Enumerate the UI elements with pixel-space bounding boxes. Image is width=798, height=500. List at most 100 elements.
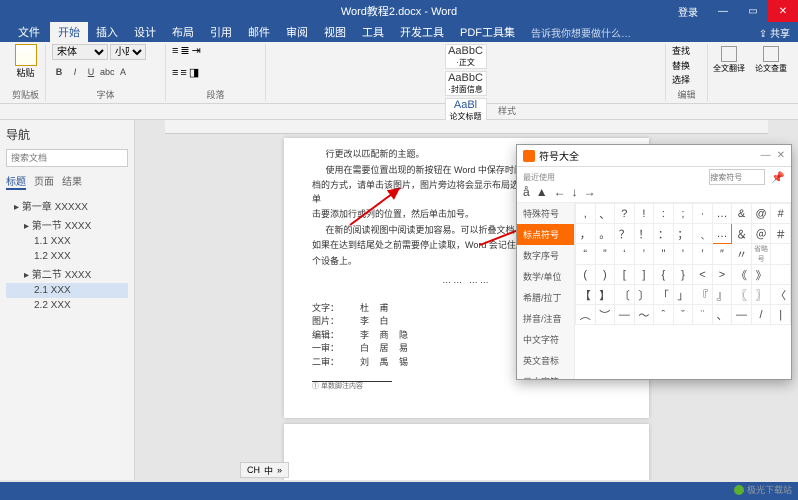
- nav-tree-item[interactable]: 1.1 XXX: [6, 234, 128, 249]
- select-button[interactable]: 选择: [672, 73, 701, 86]
- nav-tab-results[interactable]: 结果: [62, 173, 82, 190]
- symbol-cell[interactable]: ]: [634, 265, 654, 285]
- symbol-cell[interactable]: 〖: [732, 285, 752, 305]
- symbol-cell[interactable]: 】: [595, 285, 615, 305]
- symbol-category[interactable]: 拼音/注音: [517, 308, 574, 329]
- symbol-cell[interactable]: ;: [673, 204, 693, 224]
- tab-references[interactable]: 引用: [202, 22, 240, 42]
- symbol-cell[interactable]: {: [654, 265, 674, 285]
- symbol-cell[interactable]: ’: [634, 244, 654, 265]
- highlight-button[interactable]: A: [116, 67, 130, 81]
- tab-insert[interactable]: 插入: [88, 22, 126, 42]
- symbol-cell[interactable]: ): [595, 265, 615, 285]
- find-button[interactable]: 查找: [672, 44, 701, 57]
- restore-button[interactable]: ▭: [738, 0, 768, 22]
- italic-button[interactable]: I: [68, 67, 82, 81]
- tab-developer[interactable]: 开发工具: [392, 22, 452, 42]
- symbol-cell[interactable]: …: [712, 204, 732, 224]
- symbol-category[interactable]: 标点符号: [517, 224, 574, 245]
- symbol-cell[interactable]: ·: [693, 204, 713, 224]
- symbol-cell[interactable]: “: [576, 244, 596, 265]
- symbol-cell[interactable]: |: [771, 305, 791, 325]
- style-gallery-item[interactable]: AaBbC·封面信息: [445, 71, 487, 96]
- symbol-cell[interactable]: ˇ: [673, 305, 693, 325]
- symbol-cell[interactable]: #: [771, 204, 791, 224]
- bullets-button[interactable]: ≡: [172, 45, 178, 57]
- pin-icon[interactable]: 📌: [771, 171, 785, 184]
- panel-minimize-button[interactable]: —: [761, 150, 771, 161]
- nav-tree-item[interactable]: ▸ 第一章 XXXXX: [6, 196, 128, 215]
- symbol-cell[interactable]: 〕: [634, 285, 654, 305]
- symbol-cell[interactable]: ′: [693, 244, 713, 265]
- symbol-cell[interactable]: }: [673, 265, 693, 285]
- symbol-cell[interactable]: 『: [693, 285, 713, 305]
- symbol-cell[interactable]: (: [576, 265, 596, 285]
- symbol-cell[interactable]: [: [615, 265, 635, 285]
- ime-chevron-icon[interactable]: »: [277, 465, 282, 475]
- symbol-cell[interactable]: :: [654, 204, 674, 224]
- symbol-cell[interactable]: ‘: [615, 244, 635, 265]
- share-button[interactable]: ⇪ 共享: [759, 25, 790, 40]
- tell-me-search[interactable]: 告诉我你想要做什么…: [531, 25, 631, 40]
- symbol-cell[interactable]: ＃: [771, 224, 791, 244]
- symbol-cell[interactable]: 〃: [732, 244, 752, 265]
- symbol-cell[interactable]: ；: [673, 224, 693, 244]
- symbol-cell[interactable]: —: [732, 305, 752, 325]
- symbol-cell[interactable]: —: [615, 305, 635, 325]
- symbol-cell[interactable]: 』: [712, 285, 732, 305]
- tab-design[interactable]: 设计: [126, 22, 164, 42]
- recent-symbol[interactable]: →: [584, 185, 596, 199]
- symbol-cell[interactable]: ˆ: [654, 305, 674, 325]
- symbol-category[interactable]: 数字序号: [517, 245, 574, 266]
- tab-pdf[interactable]: PDF工具集: [452, 22, 523, 42]
- nav-tree-item[interactable]: 2.2 XXX: [6, 298, 128, 313]
- symbol-cell[interactable]: ＠: [751, 224, 771, 244]
- symbol-cell[interactable]: ！: [634, 224, 654, 244]
- paste-button[interactable]: 粘贴: [12, 44, 39, 79]
- symbol-cell[interactable]: ︵: [576, 305, 596, 325]
- align-center-button[interactable]: ≡: [180, 67, 186, 79]
- symbol-cell[interactable]: ″: [712, 244, 732, 265]
- recent-symbol[interactable]: å: [523, 185, 530, 199]
- ime-toolbar[interactable]: CH 中 »: [240, 462, 289, 478]
- symbol-cell[interactable]: 省略号: [751, 244, 771, 265]
- tab-layout[interactable]: 布局: [164, 22, 202, 42]
- symbol-cell[interactable]: 》: [751, 265, 771, 285]
- tab-mailings[interactable]: 邮件: [240, 22, 278, 42]
- symbol-cell[interactable]: [771, 265, 791, 285]
- symbol-cell[interactable]: ︶: [595, 305, 615, 325]
- symbol-cell[interactable]: 【: [576, 285, 596, 305]
- align-left-button[interactable]: ≡: [172, 67, 178, 79]
- symbol-cell[interactable]: ': [673, 244, 693, 265]
- symbol-cell[interactable]: <: [693, 265, 713, 285]
- nav-tab-headings[interactable]: 标题: [6, 173, 26, 190]
- font-name-select[interactable]: 宋体: [52, 44, 108, 60]
- symbol-cell[interactable]: ，: [576, 224, 596, 244]
- symbol-cell[interactable]: ": [654, 244, 674, 265]
- check-icon[interactable]: [763, 46, 779, 62]
- symbol-cell[interactable]: ＆: [732, 224, 752, 244]
- numbering-button[interactable]: ≣: [180, 44, 189, 57]
- symbol-cell[interactable]: ﹑: [693, 224, 713, 244]
- nav-search-input[interactable]: [6, 149, 128, 167]
- symbol-cell[interactable]: &: [732, 204, 752, 224]
- symbol-panel-titlebar[interactable]: 符号大全 — ✕: [517, 145, 791, 167]
- symbol-category[interactable]: 特殊符号: [517, 203, 574, 224]
- symbol-cell[interactable]: 〔: [615, 285, 635, 305]
- style-gallery-item[interactable]: AaBbC·正文: [445, 44, 487, 69]
- symbol-category[interactable]: 希腊/拉丁: [517, 287, 574, 308]
- translate-icon[interactable]: [721, 46, 737, 62]
- tab-tools[interactable]: 工具: [354, 22, 392, 42]
- recent-symbol[interactable]: ↓: [572, 185, 578, 199]
- symbol-cell[interactable]: 《: [732, 265, 752, 285]
- ime-mode-icon[interactable]: 中: [264, 464, 273, 477]
- underline-button[interactable]: U: [84, 67, 98, 81]
- recent-symbol[interactable]: ▲: [536, 185, 548, 199]
- symbol-cell[interactable]: 」: [673, 285, 693, 305]
- symbol-category[interactable]: 日文字符: [517, 371, 574, 379]
- symbol-cell[interactable]: ¨: [693, 305, 713, 325]
- strike-button[interactable]: abc: [100, 67, 114, 81]
- symbol-cell[interactable]: 。: [595, 224, 615, 244]
- symbol-cell[interactable]: 、: [595, 204, 615, 224]
- minimize-button[interactable]: —: [708, 0, 738, 22]
